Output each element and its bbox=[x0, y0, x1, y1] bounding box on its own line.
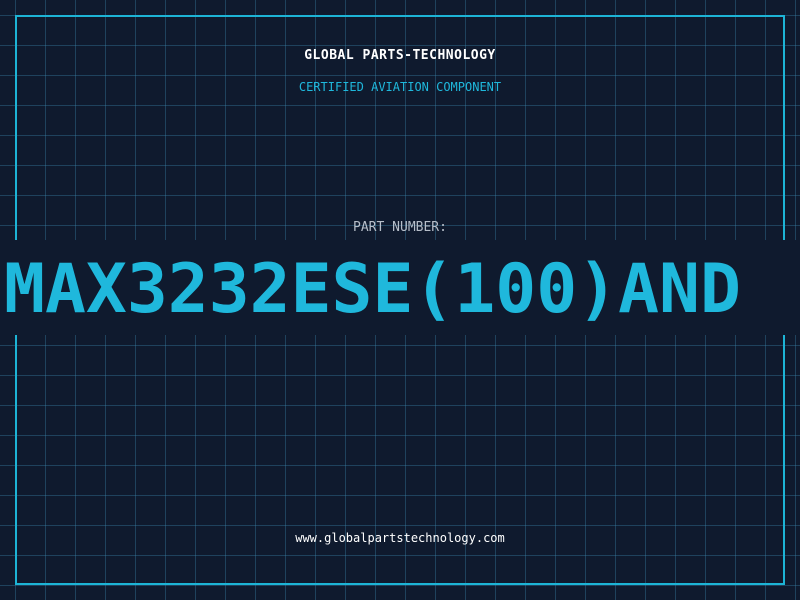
part-number-label: PART NUMBER: bbox=[353, 220, 447, 235]
tagline: CERTIFIED AVIATION COMPONENT bbox=[298, 80, 502, 94]
website-text: www.globalpartstechnology.com bbox=[295, 531, 505, 545]
part-number-band: MAX3232ESE(100)AND bbox=[0, 240, 800, 335]
certificate-canvas: GLOBAL PARTS-TECHNOLOGY CERTIFIED AVIATI… bbox=[0, 0, 800, 600]
company-name: GLOBAL PARTS-TECHNOLOGY bbox=[304, 48, 496, 63]
part-number-value: MAX3232ESE(100)AND bbox=[4, 250, 741, 329]
